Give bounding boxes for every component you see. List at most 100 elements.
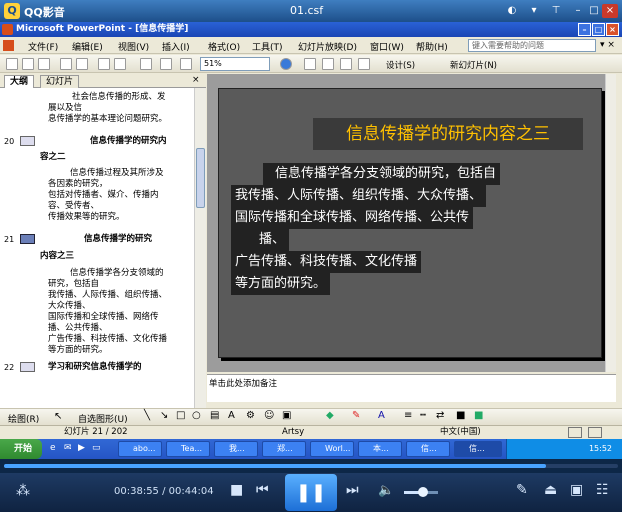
menu-tools[interactable]: 工具(T) xyxy=(252,40,283,53)
outline-text[interactable]: 社会信息传播的形成、发 展以及信 息传播学的基本理论问题研究。 20 信息传播学… xyxy=(0,88,194,408)
menu-view[interactable]: 视图(V) xyxy=(118,40,149,53)
menu-edit[interactable]: 编辑(E) xyxy=(72,40,103,53)
help-search-input[interactable]: 键入需要帮助的问题 xyxy=(468,39,596,52)
menu-insert[interactable]: 插入(I) xyxy=(162,40,190,53)
task-button-active[interactable]: 信... xyxy=(454,441,502,457)
zoom-select[interactable]: 51% xyxy=(200,57,270,71)
start-button[interactable]: 开始 xyxy=(0,439,42,459)
dash-style-icon[interactable]: ┅ xyxy=(420,410,426,421)
undo-icon[interactable] xyxy=(114,58,126,70)
language: 中文(中国) xyxy=(440,427,481,437)
select-pointer-icon[interactable]: ↖ xyxy=(54,411,62,422)
ppt-minimize-button[interactable]: – xyxy=(578,23,591,36)
ppt-maximize-button[interactable]: □ xyxy=(592,23,605,36)
slide-scrollbar[interactable] xyxy=(605,74,616,372)
menu-file[interactable]: 文件(F) xyxy=(28,40,58,53)
task-button[interactable]: 本... xyxy=(358,441,402,457)
close-pane-icon[interactable]: × xyxy=(192,75,200,85)
table-icon[interactable] xyxy=(160,58,172,70)
shadow-icon[interactable]: ■ xyxy=(456,410,465,421)
autoshape-button[interactable]: 自选图形(U) xyxy=(78,412,128,425)
slide-title[interactable]: 信息传播学的研究内容之三 xyxy=(313,118,583,150)
font-icon[interactable] xyxy=(304,58,316,70)
volume-knob[interactable] xyxy=(418,487,428,497)
slide-thumb-icon[interactable] xyxy=(20,234,35,244)
menu-icon[interactable]: ▾ xyxy=(526,4,542,18)
tray-clock[interactable]: 15:52 xyxy=(589,444,612,453)
mute-icon[interactable]: 🔈 xyxy=(378,483,394,498)
preview-icon[interactable] xyxy=(76,58,88,70)
arrow-icon[interactable]: ↘ xyxy=(160,410,168,421)
design-button[interactable]: 设计(S) xyxy=(386,59,415,71)
pause-button[interactable]: ❚❚ xyxy=(285,474,337,511)
new-icon[interactable] xyxy=(6,58,18,70)
tab-slides[interactable]: 幻灯片 xyxy=(40,75,80,88)
task-button[interactable]: Tea... xyxy=(166,441,210,457)
quicklaunch-media-icon[interactable]: ▶ xyxy=(78,443,85,453)
3d-icon[interactable]: ■ xyxy=(474,410,483,421)
slide-thumb-icon[interactable] xyxy=(20,362,35,372)
eject-icon[interactable]: ⏏ xyxy=(544,482,557,498)
oval-icon[interactable]: ○ xyxy=(192,410,201,421)
notes-pane[interactable]: 单击此处添加备注 xyxy=(207,374,616,402)
quicklaunch-ie-icon[interactable]: e xyxy=(50,443,56,453)
help-icon[interactable] xyxy=(280,58,292,70)
help-dropdown-icon[interactable]: ▾ × xyxy=(600,40,615,50)
font-color-icon[interactable]: A xyxy=(378,410,385,421)
clipart-icon[interactable]: ☺ xyxy=(264,410,274,421)
textbox-icon[interactable]: ▤ xyxy=(210,410,219,421)
open-icon[interactable] xyxy=(22,58,34,70)
task-button[interactable]: abo... xyxy=(118,441,162,457)
screen-icon[interactable]: ▣ xyxy=(570,482,583,498)
line-color-icon[interactable]: ✎ xyxy=(352,410,360,421)
rectangle-icon[interactable]: □ xyxy=(176,410,185,421)
print-icon[interactable] xyxy=(60,58,72,70)
diagram-icon[interactable]: ⚙ xyxy=(246,410,255,421)
menu-slideshow[interactable]: 幻灯片放映(D) xyxy=(298,40,357,53)
bold-icon[interactable] xyxy=(322,58,334,70)
task-button[interactable]: Worl... xyxy=(310,441,354,457)
quicklaunch-desktop-icon[interactable]: ▭ xyxy=(92,443,101,453)
cut-icon[interactable] xyxy=(98,58,110,70)
close-button[interactable]: × xyxy=(602,4,618,18)
tools-icon[interactable]: ✎ xyxy=(516,482,528,498)
next-button[interactable]: ⏭ xyxy=(346,482,359,498)
line-icon[interactable]: ╲ xyxy=(144,410,150,421)
wordart-icon[interactable]: A xyxy=(228,410,235,421)
pin-icon[interactable]: ⊤ xyxy=(548,4,564,18)
quicklaunch-mail-icon[interactable]: ✉ xyxy=(64,443,72,453)
align-icon[interactable] xyxy=(340,58,352,70)
save-icon[interactable] xyxy=(38,58,50,70)
playlist-icon[interactable]: ☷ xyxy=(596,482,609,498)
color-icon[interactable] xyxy=(358,58,370,70)
ppt-close-button[interactable]: × xyxy=(606,23,619,36)
seek-bar[interactable] xyxy=(0,459,622,473)
footprint-icon[interactable]: ⁂ xyxy=(16,483,30,499)
picture-icon[interactable]: ▣ xyxy=(282,410,291,421)
spell-icon[interactable] xyxy=(568,427,582,438)
tab-outline[interactable]: 大纲 xyxy=(4,75,35,88)
grid-icon[interactable] xyxy=(180,58,192,70)
previous-button[interactable]: ⏮ xyxy=(256,482,269,498)
menu-window[interactable]: 窗口(W) xyxy=(370,40,404,53)
fill-color-icon[interactable]: ◆ xyxy=(326,410,334,421)
menu-format[interactable]: 格式(O) xyxy=(208,40,240,53)
new-slide-button[interactable]: 新幻灯片(N) xyxy=(450,59,497,71)
arrow-style-icon[interactable]: ⇄ xyxy=(436,410,444,421)
skin-icon[interactable]: ◐ xyxy=(504,4,520,18)
chart-icon[interactable] xyxy=(140,58,152,70)
scroll-thumb[interactable] xyxy=(196,148,205,208)
menu-help[interactable]: 帮助(H) xyxy=(416,40,448,53)
task-button[interactable]: 郑... xyxy=(262,441,306,457)
status-help-icon[interactable] xyxy=(588,427,602,438)
line-style-icon[interactable]: ≡ xyxy=(404,410,412,421)
draw-menu-button[interactable]: 绘图(R) xyxy=(8,412,39,425)
task-button[interactable]: 信... xyxy=(406,441,450,457)
outline-scrollbar[interactable] xyxy=(194,88,206,408)
slide-thumb-icon[interactable] xyxy=(20,136,35,146)
minimize-button[interactable]: – xyxy=(570,4,586,18)
slide-canvas[interactable]: 信息传播学的研究内容之三 信息传播学各分支领域的研究，包括自 我传播、人际传播、… xyxy=(218,88,602,358)
task-button[interactable]: 我... xyxy=(214,441,258,457)
maximize-button[interactable]: □ xyxy=(586,4,602,18)
stop-button[interactable]: ■ xyxy=(230,482,243,498)
